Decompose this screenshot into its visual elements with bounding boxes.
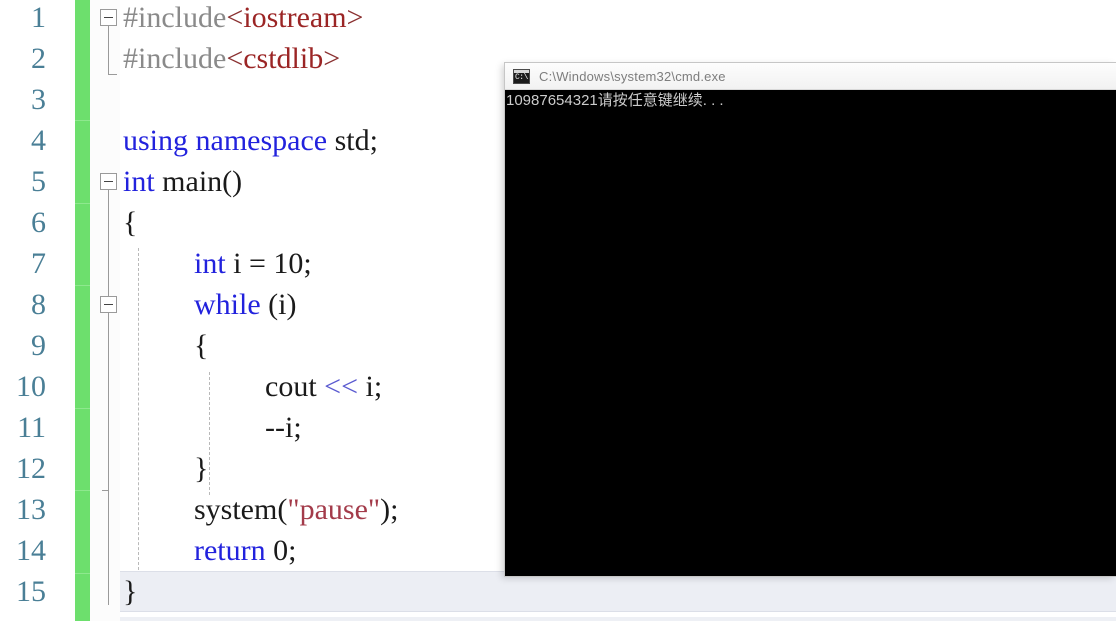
code-token-pre: #include [123, 42, 227, 75]
code-token-plain: main() [154, 165, 243, 198]
code-token-str: "pause" [287, 493, 381, 526]
code-token-kw: int [194, 247, 226, 280]
line-number: 12 [16, 452, 46, 485]
code-token-plain: 0; [265, 534, 297, 567]
code-token-kw: return [194, 534, 266, 567]
code-token-plain: i = 10; [225, 247, 312, 280]
line-number: 3 [31, 83, 46, 116]
console-titlebar[interactable]: C:\ C:\Windows\system32\cmd.exe [505, 63, 1116, 90]
code-token-op: << [324, 370, 358, 403]
fold-spine-main [108, 189, 109, 605]
code-token-angle: > [323, 42, 341, 75]
cmd-icon: C:\ [513, 68, 530, 84]
code-token-plain: cout [265, 370, 325, 403]
code-token-plain: { [194, 329, 209, 362]
fold-region-end-tick [102, 490, 109, 491]
code-line[interactable]: } [120, 571, 1116, 612]
code-token-angle: < [226, 42, 244, 75]
line-number: 9 [31, 329, 46, 362]
line-number: 1 [31, 1, 46, 34]
code-token-plain: } [123, 575, 138, 608]
line-number: 15 [16, 575, 46, 608]
line-number: 13 [16, 493, 46, 526]
line-number-gutter: 1 2 3 4 5 6 7 8 9 10 11 12 13 14 15 [0, 0, 62, 621]
code-token-pre: #include [123, 1, 227, 34]
line-number: 10 [16, 370, 46, 403]
console-screen-buffer[interactable]: 10987654321请按任意键继续. . . [505, 90, 1116, 576]
line-number: 8 [31, 288, 46, 321]
code-token-plain: { [123, 206, 138, 239]
fold-spine-includes [108, 25, 109, 74]
line-number: 14 [16, 534, 46, 567]
code-token-kw: using [123, 124, 189, 157]
fold-collapse-box[interactable] [100, 296, 117, 313]
code-folding-column[interactable] [90, 0, 120, 621]
cmd-console-window[interactable]: C:\ C:\Windows\system32\cmd.exe 10987654… [505, 63, 1116, 576]
console-title: C:\Windows\system32\cmd.exe [539, 68, 726, 84]
code-token-kw: namespace [195, 124, 328, 157]
code-line[interactable]: #include<iostream> [120, 0, 1116, 38]
code-token-plain: i; [358, 370, 383, 403]
fold-spine-includes-end [108, 74, 117, 75]
code-token-plain: std; [327, 124, 378, 157]
cmd-icon-prompt-glyph: C:\ [515, 72, 528, 82]
line-number: 4 [31, 124, 46, 157]
fold-collapse-box[interactable] [100, 173, 117, 190]
code-token-plain: } [194, 452, 209, 485]
line-number: 7 [31, 247, 46, 280]
code-token-plain: ); [380, 493, 399, 526]
fold-collapse-box[interactable] [100, 9, 117, 26]
code-token-plain: system( [194, 493, 288, 526]
line-number: 2 [31, 42, 46, 75]
code-token-inc: iostream [243, 1, 347, 34]
code-token-kw: int [123, 165, 155, 198]
code-token-inc: cstdlib [243, 42, 324, 75]
screenshot-root: 1 2 3 4 5 6 7 8 9 10 11 12 13 14 15 #include<iostream>… [0, 0, 1116, 621]
console-output-line: 10987654321请按任意键继续. . . [506, 92, 724, 109]
change-indicator-bar [75, 0, 90, 621]
code-token-angle: < [226, 1, 244, 34]
code-token-angle: > [346, 1, 364, 34]
line-number: 5 [31, 165, 46, 198]
code-token-kw: while [194, 288, 261, 321]
code-token-plain: --i; [265, 411, 302, 444]
code-token-plain: (i) [260, 288, 297, 321]
editor-bottom-edge [120, 617, 1116, 621]
line-number: 11 [17, 411, 46, 444]
line-number: 6 [31, 206, 46, 239]
